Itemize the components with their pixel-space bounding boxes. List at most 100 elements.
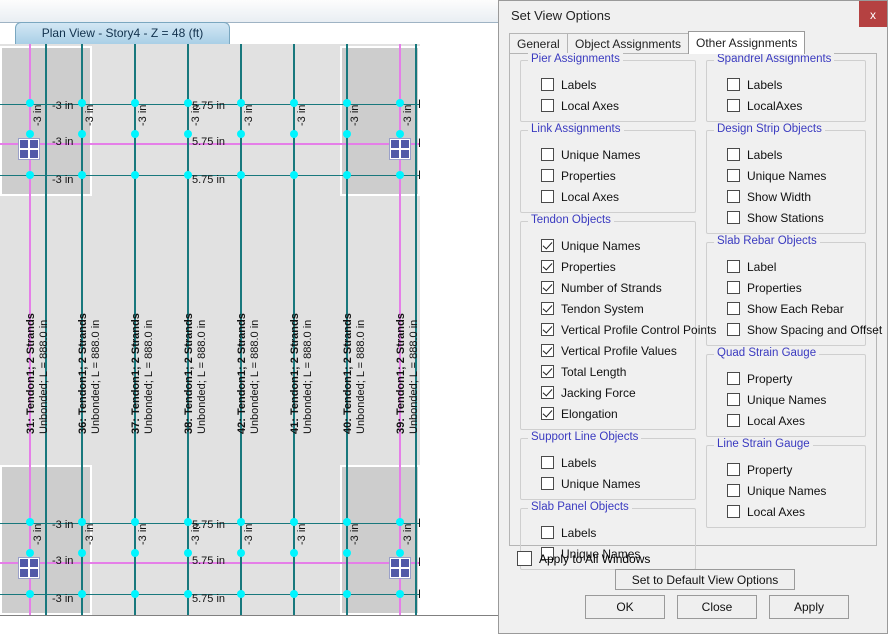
checkbox-box bbox=[541, 190, 554, 203]
checkbox-label: Local Axes bbox=[747, 413, 806, 428]
checkbox-labels[interactable]: Labels bbox=[527, 452, 689, 473]
checkbox-localaxes[interactable]: LocalAxes bbox=[713, 95, 859, 116]
checkbox-box bbox=[541, 526, 554, 539]
checkbox-label: Labels bbox=[747, 147, 783, 162]
checkbox-unique-names[interactable]: Unique Names bbox=[713, 389, 859, 410]
tendon-control-point bbox=[343, 549, 351, 557]
vertical-profile-value: -3 in bbox=[52, 519, 74, 531]
checkbox-tendon-system[interactable]: Tendon System bbox=[527, 298, 689, 319]
checkbox-property[interactable]: Property bbox=[713, 459, 859, 480]
tendon-control-point bbox=[343, 590, 351, 598]
canvas-right-margin bbox=[420, 44, 500, 615]
tendon-control-point bbox=[343, 171, 351, 179]
checkbox-labels[interactable]: Labels bbox=[527, 522, 689, 543]
checkbox-unique-names[interactable]: Unique Names bbox=[713, 480, 859, 501]
checkbox-labels[interactable]: Labels bbox=[713, 144, 859, 165]
checkbox-box bbox=[541, 239, 554, 252]
checkbox-box bbox=[727, 302, 740, 315]
vertical-profile-value: -3 in bbox=[32, 104, 44, 126]
set-to-default-view-options-button[interactable]: Set to Default View Options bbox=[615, 569, 795, 590]
close-icon[interactable]: x bbox=[859, 1, 887, 27]
set-view-options-dialog: Set View Options x General Object Assignm… bbox=[498, 0, 888, 634]
checkbox-property[interactable]: Property bbox=[713, 368, 859, 389]
checkbox-unique-names[interactable]: Unique Names bbox=[527, 473, 689, 494]
tendon-control-point bbox=[237, 549, 245, 557]
checkbox-box bbox=[727, 148, 740, 161]
vertical-profile-value: -3 in bbox=[349, 523, 361, 545]
checkbox-show-each-rebar[interactable]: Show Each Rebar bbox=[713, 298, 859, 319]
checkbox-properties[interactable]: Properties bbox=[527, 165, 689, 186]
checkbox-unique-names[interactable]: Unique Names bbox=[713, 165, 859, 186]
checkbox-label: Vertical Profile Values bbox=[561, 343, 677, 358]
tendon-control-point bbox=[184, 590, 192, 598]
checkbox-unique-names[interactable]: Unique Names bbox=[527, 144, 689, 165]
checkbox-jacking-force[interactable]: Jacking Force bbox=[527, 382, 689, 403]
checkbox-box bbox=[727, 372, 740, 385]
tab-general[interactable]: General bbox=[509, 33, 568, 53]
apply-button[interactable]: Apply bbox=[769, 595, 849, 619]
checkbox-vertical-profile-values[interactable]: Vertical Profile Values bbox=[527, 340, 689, 361]
tab-other-assignments[interactable]: Other Assignments bbox=[688, 31, 806, 54]
checkbox-show-width[interactable]: Show Width bbox=[713, 186, 859, 207]
vertical-profile-value: -3 in bbox=[402, 523, 414, 545]
tendon-control-point bbox=[290, 590, 298, 598]
checkbox-labels[interactable]: Labels bbox=[527, 74, 689, 95]
group-title: Design Strip Objects bbox=[714, 123, 825, 135]
group-title: Quad Strain Gauge bbox=[714, 347, 820, 359]
checkbox-label: Unique Names bbox=[561, 147, 641, 162]
tendon-control-point bbox=[26, 171, 34, 179]
tendon-control-point bbox=[26, 130, 34, 138]
canvas-bottom-margin bbox=[0, 615, 500, 634]
checkbox-labels[interactable]: Labels bbox=[713, 74, 859, 95]
tendon-spacing-value: 5.75 in bbox=[192, 519, 226, 531]
group-pier-assignments: Pier Assignments Labels Local Axes bbox=[520, 53, 696, 122]
plan-view-tab[interactable]: Plan View - Story4 - Z = 48 (ft) bbox=[15, 22, 230, 44]
plan-view-canvas[interactable]: 31: Tendon1; 2 Strands Unbonded; L = 888.… bbox=[0, 44, 495, 615]
checkbox-number-of-strands[interactable]: Number of Strands bbox=[527, 277, 689, 298]
checkbox-local-axes[interactable]: Local Axes bbox=[527, 95, 689, 116]
checkbox-label: Total Length bbox=[561, 364, 627, 379]
checkbox-label: Show Width bbox=[747, 189, 812, 204]
cad-window-titlebar bbox=[0, 0, 500, 23]
checkbox-elongation[interactable]: Elongation bbox=[527, 403, 689, 424]
checkbox-label: Vertical Profile Control Points bbox=[561, 322, 717, 337]
apply-to-all-windows-checkbox[interactable]: Apply to All Windows bbox=[517, 551, 650, 566]
tendon-label: 38: Tendon1; 2 Strands bbox=[183, 313, 195, 434]
group-title: Line Strain Gauge bbox=[714, 438, 813, 450]
checkbox-label: Label bbox=[747, 259, 777, 274]
checkbox-total-length[interactable]: Total Length bbox=[527, 361, 689, 382]
checkbox-box bbox=[541, 407, 554, 420]
vertical-profile-value: -3 in bbox=[84, 104, 96, 126]
checkbox-local-axes[interactable]: Local Axes bbox=[713, 410, 859, 431]
checkbox-unique-names[interactable]: Unique Names bbox=[527, 235, 689, 256]
checkbox-box bbox=[517, 551, 532, 566]
close-button[interactable]: Close bbox=[677, 595, 757, 619]
tendon-control-point bbox=[26, 549, 34, 557]
tendon-control-point bbox=[290, 130, 298, 138]
support-marker bbox=[18, 138, 40, 160]
tab-object-assignments[interactable]: Object Assignments bbox=[567, 33, 690, 53]
tendon-detail-label: Unbonded; L = 888.0 in bbox=[408, 319, 420, 434]
checkbox-show-spacing-and-offset[interactable]: Show Spacing and Offset bbox=[713, 319, 882, 340]
checkbox-local-axes[interactable]: Local Axes bbox=[713, 501, 859, 522]
tendon-control-point bbox=[396, 130, 404, 138]
group-support-line-objects: Support Line Objects Labels Unique Names bbox=[520, 431, 696, 500]
checkbox-show-stations[interactable]: Show Stations bbox=[713, 207, 859, 228]
checkbox-vertical-profile-control-points[interactable]: Vertical Profile Control Points bbox=[527, 319, 716, 340]
group-tendon-objects: Tendon Objects Unique Names Properties Numb… bbox=[520, 214, 716, 430]
dialog-tabstrip: General Object Assignments Other Assignmen… bbox=[509, 31, 877, 54]
checkbox-box bbox=[727, 281, 740, 294]
checkbox-label: Unique Names bbox=[561, 476, 641, 491]
tendon-spacing-value: 5.75 in bbox=[192, 174, 226, 186]
checkbox-properties[interactable]: Properties bbox=[527, 256, 689, 277]
checkbox-label: Show Stations bbox=[747, 210, 824, 225]
checkbox-properties[interactable]: Properties bbox=[713, 277, 859, 298]
checkbox-label: Properties bbox=[747, 280, 802, 295]
support-marker bbox=[18, 557, 40, 579]
vertical-profile-value: -3 in bbox=[137, 523, 149, 545]
ok-button[interactable]: OK bbox=[585, 595, 665, 619]
checkbox-label[interactable]: Label bbox=[713, 256, 859, 277]
vertical-profile-value: -3 in bbox=[296, 523, 308, 545]
tendon-control-point bbox=[184, 130, 192, 138]
checkbox-local-axes[interactable]: Local Axes bbox=[527, 186, 689, 207]
